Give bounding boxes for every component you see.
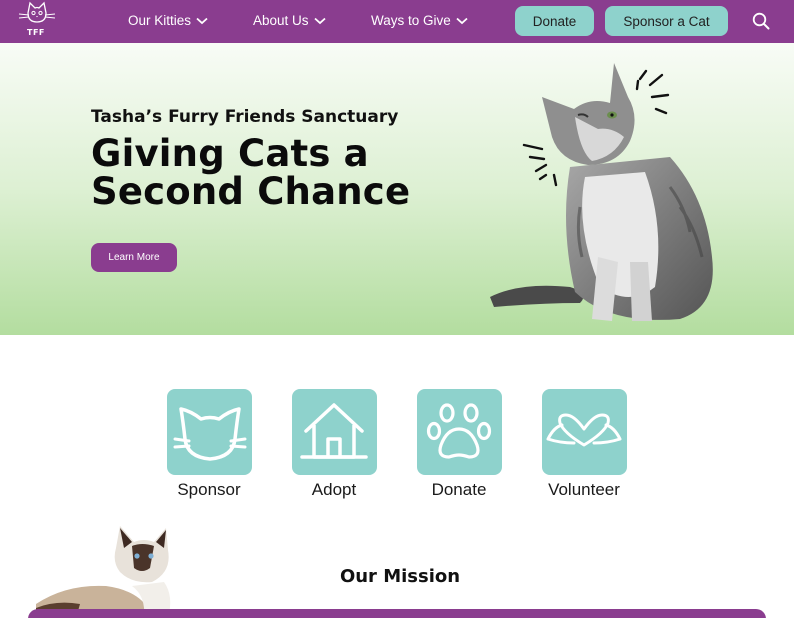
mission-cat-image [36, 526, 184, 618]
mission-banner [28, 609, 766, 618]
paw-icon [426, 403, 492, 459]
logo-text: TFF [27, 28, 45, 37]
house-icon [300, 403, 368, 459]
adopt-tile[interactable] [292, 389, 377, 475]
nav-about-us-label: About Us [253, 13, 309, 28]
search-icon[interactable] [752, 12, 770, 30]
donate-button[interactable]: Donate [515, 6, 594, 36]
donate-tile-label: Donate [431, 480, 487, 499]
sponsor-a-cat-button[interactable]: Sponsor a Cat [605, 6, 728, 36]
learn-more-button[interactable]: Learn More [91, 243, 177, 272]
nav-about-us[interactable]: About Us [253, 13, 326, 28]
sponsor-tile[interactable] [167, 389, 252, 475]
chevron-down-icon [456, 17, 468, 24]
nav-ways-to-give-label: Ways to Give [371, 13, 451, 28]
chevron-down-icon [196, 17, 208, 24]
hero-cat-image [490, 63, 713, 321]
donate-tile[interactable] [417, 389, 502, 475]
chevron-down-icon [313, 17, 326, 24]
site-logo[interactable]: TFF [16, 0, 58, 40]
nav-our-kitties[interactable]: Our Kitties [128, 13, 208, 28]
top-nav: TFF Our Kitties About Us Ways to Give Do… [0, 0, 794, 43]
hero-title: Giving Cats a Second Chance [91, 132, 411, 213]
sponsor-tile-label: Sponsor [177, 480, 241, 499]
hero-section: Tasha’s Furry Friends Sanctuary Giving C… [0, 43, 794, 335]
nav-our-kitties-label: Our Kitties [128, 13, 192, 28]
mission-title: Our Mission [339, 566, 461, 587]
nav-ways-to-give[interactable]: Ways to Give [371, 13, 468, 28]
volunteer-tile[interactable] [542, 389, 627, 475]
cat-face-icon [173, 407, 247, 461]
hero-subtitle: Tasha’s Furry Friends Sanctuary [91, 107, 399, 127]
cat-logo-icon [18, 1, 56, 23]
heart-hands-icon [546, 413, 622, 447]
volunteer-tile-label: Volunteer [548, 480, 620, 499]
adopt-tile-label: Adopt [311, 480, 357, 499]
